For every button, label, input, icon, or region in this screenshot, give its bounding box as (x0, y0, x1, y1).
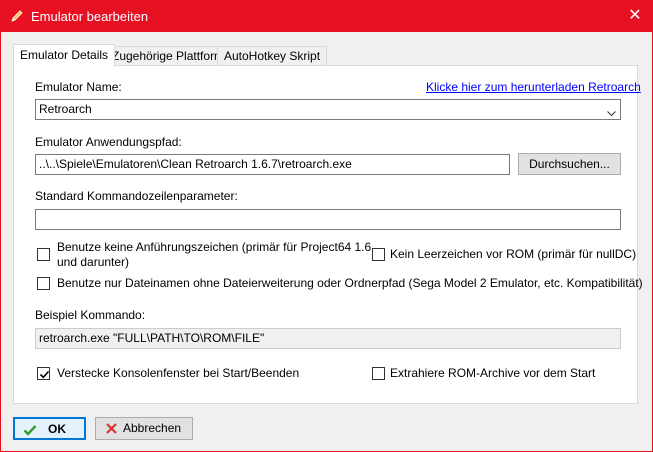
no-space-label: Kein Leerzeichen vor ROM (primär für nul… (390, 247, 637, 261)
ok-button[interactable]: OK (13, 417, 86, 440)
example-label: Beispiel Kommando: (35, 308, 146, 322)
params-input[interactable] (35, 209, 621, 230)
hide-console-checkbox[interactable] (37, 367, 50, 380)
window-title: Emulator bearbeiten (31, 9, 149, 24)
tab-platform[interactable]: Zugehörige Plattform (105, 46, 232, 66)
cancel-button[interactable]: Abbrechen (95, 417, 193, 440)
close-button[interactable]: ✕ (626, 7, 644, 25)
emulator-name-select[interactable]: Retroarch (35, 99, 621, 120)
no-space-checkbox[interactable] (372, 248, 385, 261)
tab-autohotkey[interactable]: AutoHotkey Skript (217, 46, 328, 66)
chevron-down-icon (607, 106, 616, 117)
title-bar: Emulator bearbeiten ✕ (1, 1, 652, 32)
no-quotes-label: Benutze keine Anführungszeichen (primär … (57, 240, 377, 270)
x-icon (105, 422, 119, 436)
hide-console-label: Verstecke Konsolenfenster bei Start/Been… (57, 366, 300, 380)
browse-button[interactable]: Durchsuchen... (518, 153, 621, 175)
no-quotes-checkbox[interactable] (37, 248, 50, 261)
params-label: Standard Kommandozeilenparameter: (35, 189, 238, 203)
extract-rom-checkbox[interactable] (372, 367, 385, 380)
no-quotes-label-line1: Benutze keine Anführungszeichen (primär … (57, 240, 372, 254)
download-link[interactable]: Klicke hier zum herunterladen Retroarch (426, 80, 641, 94)
extract-rom-label: Extrahiere ROM-Archive vor dem Start (390, 366, 596, 380)
checkmark-icon (39, 370, 50, 379)
path-label: Emulator Anwendungspfad: (35, 135, 182, 149)
tab-emulator-details[interactable]: Emulator Details (13, 44, 116, 67)
cancel-label: Abbrechen (123, 421, 182, 435)
emulator-name-label: Emulator Name: (35, 80, 122, 94)
no-quotes-label-line2: und darunter) (57, 255, 130, 269)
ok-label: OK (48, 422, 66, 436)
filename-only-checkbox[interactable] (37, 277, 50, 290)
path-input[interactable]: ..\..\Spiele\Emulatoren\Clean Retroarch … (35, 154, 510, 175)
example-command-field: retroarch.exe "FULL\PATH\TO\ROM\FILE" (35, 328, 621, 349)
checkmark-icon (23, 423, 37, 437)
pencil-icon (10, 9, 24, 23)
filename-only-label: Benutze nur Dateinamen ohne Dateierweite… (57, 276, 643, 290)
emulator-edit-window: Emulator bearbeiten ✕ Emulator Details Z… (0, 0, 653, 452)
emulator-name-value: Retroarch (39, 102, 92, 116)
details-panel: Emulator Name: Klicke hier zum herunterl… (13, 65, 643, 404)
